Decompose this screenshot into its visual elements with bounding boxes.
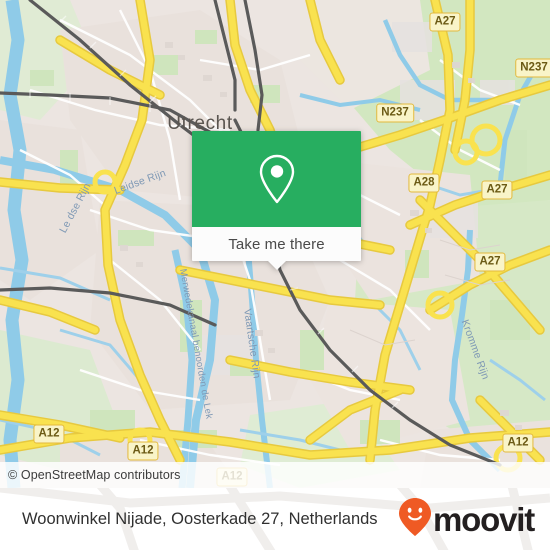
- road-shield-a27[interactable]: A27: [474, 252, 506, 272]
- location-popup-card[interactable]: Take me there: [192, 131, 361, 270]
- road-shield-a12[interactable]: A12: [33, 424, 65, 444]
- place-name-label: Woonwinkel Nijade, Oosterkade 27, Nether…: [22, 509, 378, 528]
- road-shield-a27[interactable]: A27: [429, 12, 461, 32]
- road-shield-a27[interactable]: A27: [481, 180, 513, 200]
- road-shield-a12[interactable]: A12: [127, 441, 159, 461]
- map-pin-icon: [257, 153, 297, 205]
- moovit-logo[interactable]: moovit: [398, 497, 535, 542]
- map-attribution: © OpenStreetMap contributors: [0, 462, 550, 488]
- road-shield-n237[interactable]: N237: [376, 103, 414, 123]
- take-me-there-button[interactable]: Take me there: [192, 227, 361, 261]
- popup-card-pointer: [267, 261, 286, 270]
- screenshot-root: Utrecht Leidse Rijn Le dse Rijn Merwedek…: [0, 0, 550, 550]
- map-attribution-text: © OpenStreetMap contributors: [8, 468, 181, 482]
- moovit-wordmark: moovit: [433, 500, 535, 538]
- road-shield-a12[interactable]: A12: [502, 433, 534, 453]
- road-shield-a28[interactable]: A28: [408, 173, 440, 193]
- footer-bar: Woonwinkel Nijade, Oosterkade 27, Nether…: [0, 488, 550, 550]
- moovit-smiley-pin-icon: [398, 497, 432, 542]
- take-me-there-label: Take me there: [228, 235, 325, 253]
- popup-card-header: [192, 131, 361, 227]
- road-shield-n237[interactable]: N237: [515, 58, 550, 78]
- footer-content: Woonwinkel Nijade, Oosterkade 27, Nether…: [0, 488, 550, 550]
